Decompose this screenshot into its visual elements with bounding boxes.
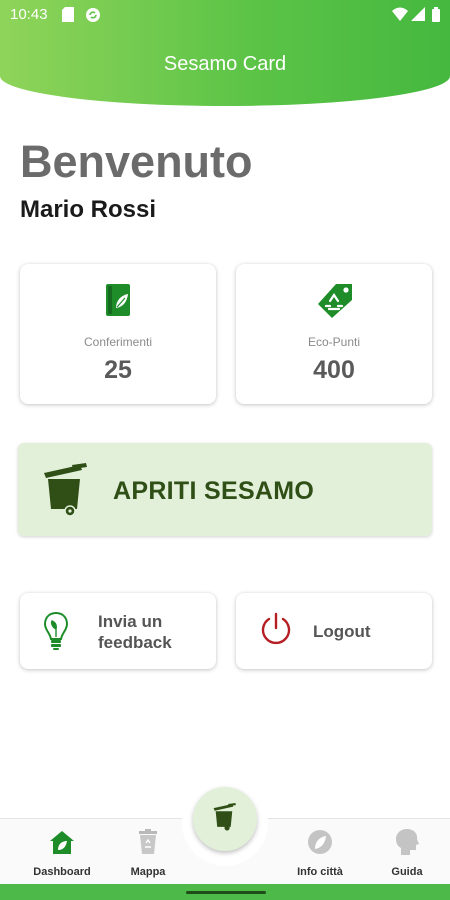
signal-icon [411,7,425,26]
user-name: Mario Rossi [20,196,157,223]
home-indicator[interactable] [186,891,266,894]
recycle-tag-icon [236,282,432,325]
lightbulb-icon [42,611,70,656]
nav-label-dashboard: Dashboard [33,866,91,878]
feedback-label-line1: Invia un [98,612,163,631]
app-title: Sesamo Card [163,53,287,75]
center-open-button[interactable] [193,787,257,851]
book-leaf-icon [20,282,216,323]
sync-icon [85,7,101,28]
eco-punti-value: 400 [313,356,355,384]
power-icon [258,611,294,652]
welcome-heading: Benvenuto [20,136,253,187]
status-time: 10:43 [10,6,48,23]
apriti-sesamo-button[interactable]: APRITI SESAMO [18,443,432,536]
feedback-button[interactable]: Invia un feedback [20,593,216,669]
logout-label: Logout [313,622,371,641]
logout-button[interactable]: Logout [236,593,432,669]
apriti-sesamo-label: APRITI SESAMO [113,477,315,505]
nav-item-mappa[interactable]: Mappa [108,827,188,878]
recycle-bin-icon [108,827,188,857]
trash-bin-icon [42,463,90,522]
eco-punti-card[interactable]: Eco-Punti 400 [236,264,432,404]
home-leaf-icon [22,827,102,857]
nav-item-info-citta[interactable]: Info città [280,827,360,878]
nav-label-info-citta: Info città [297,866,343,878]
wifi-icon [392,7,408,26]
globe-leaf-icon [280,827,360,857]
feedback-label: Invia un feedback [98,611,198,653]
trash-bin-icon [212,802,238,836]
nav-item-guida[interactable]: Guida [367,827,447,878]
conferimenti-value: 25 [104,356,132,384]
head-icon [367,827,447,857]
nav-label-guida: Guida [391,866,423,878]
sd-card-icon [62,7,74,27]
nav-item-dashboard[interactable]: Dashboard [22,827,102,878]
status-bar: 10:43 [0,0,450,30]
nav-label-mappa: Mappa [130,866,166,878]
battery-icon [432,7,440,27]
conferimenti-card[interactable]: Conferimenti 25 [20,264,216,404]
conferimenti-label: Conferimenti [83,335,153,349]
eco-punti-label: Eco-Punti [307,335,361,349]
feedback-label-line2: feedback [98,633,172,652]
